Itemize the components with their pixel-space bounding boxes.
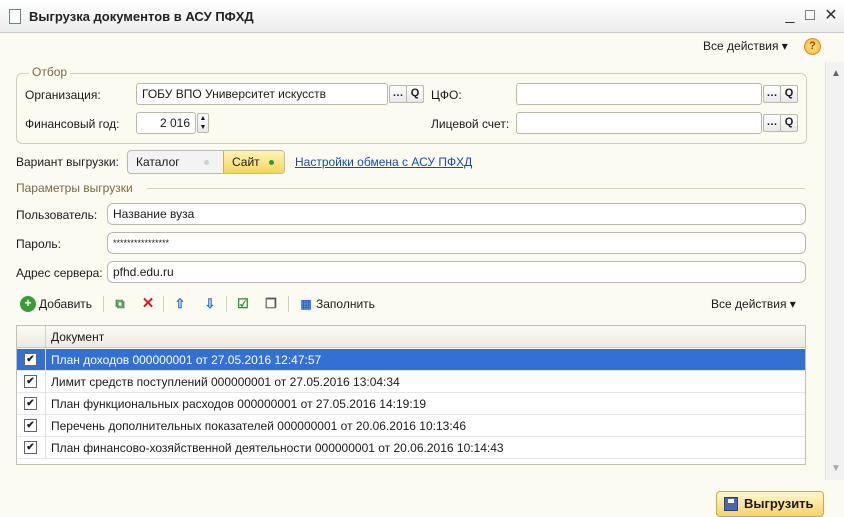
- account-label: Лицевой счет:: [431, 117, 510, 131]
- server-label: Адрес сервера:: [16, 266, 103, 280]
- row-document-text: Лимит средств поступлений 000000001 от 2…: [51, 375, 400, 389]
- organization-select-button[interactable]: …: [389, 85, 407, 103]
- server-field[interactable]: pfhd.edu.ru: [107, 261, 806, 283]
- toolbar-separator: [163, 296, 164, 312]
- organization-label: Организация:: [25, 88, 101, 102]
- account-field[interactable]: [516, 112, 762, 134]
- add-icon[interactable]: +: [20, 296, 36, 312]
- cfo-label: ЦФО:: [431, 88, 462, 102]
- column-header-document[interactable]: Документ: [51, 330, 104, 344]
- help-icon[interactable]: ?: [804, 38, 821, 55]
- variant-option-catalog-label: Каталог: [136, 155, 180, 169]
- fill-button[interactable]: Заполнить: [316, 297, 375, 311]
- radio-dot-active-icon: [269, 160, 274, 165]
- document-icon: [9, 9, 21, 24]
- delete-icon[interactable]: ✕: [140, 296, 156, 312]
- scroll-up-icon[interactable]: ▲: [831, 68, 841, 79]
- column-separator: [45, 326, 46, 348]
- variant-option-site[interactable]: Сайт: [223, 151, 284, 173]
- move-down-icon[interactable]: ⇩: [202, 296, 218, 312]
- row-document-text: План доходов 000000001 от 27.05.2016 12:…: [51, 353, 322, 367]
- table-row[interactable]: ✔ План финансово-хозяйственной деятельно…: [17, 437, 805, 459]
- row-document-text: Перечень дополнительных показателей 0000…: [51, 419, 467, 433]
- fiscal-year-label: Финансовый год:: [25, 117, 120, 131]
- password-field[interactable]: ****************: [107, 232, 806, 254]
- cfo-search-icon[interactable]: Q: [780, 85, 798, 103]
- row-document-text: План финансово-хозяйственной деятельност…: [51, 441, 504, 455]
- cfo-field[interactable]: [516, 83, 762, 105]
- row-checkbox[interactable]: ✔: [24, 353, 37, 366]
- row-checkbox[interactable]: ✔: [24, 397, 37, 410]
- organization-search-icon[interactable]: Q: [406, 85, 424, 103]
- column-separator: [45, 437, 46, 459]
- table-row[interactable]: ✔ План функциональных расходов 000000001…: [17, 393, 805, 415]
- maximize-button[interactable]: □: [801, 6, 819, 26]
- user-field[interactable]: Название вуза: [107, 203, 806, 225]
- row-checkbox[interactable]: ✔: [24, 419, 37, 432]
- table-all-actions-menu[interactable]: Все действия ▾: [711, 297, 796, 311]
- export-button[interactable]: Выгрузить: [716, 491, 824, 517]
- cfo-select-button[interactable]: …: [763, 85, 781, 103]
- row-checkbox[interactable]: ✔: [24, 441, 37, 454]
- window-title: Выгрузка документов в АСУ ПФХД: [29, 9, 254, 24]
- window-titlebar: Выгрузка документов в АСУ ПФХД _ □ ✕: [0, 0, 844, 33]
- move-up-icon[interactable]: ⇧: [172, 296, 188, 312]
- toolbar-separator: [288, 296, 289, 312]
- column-separator: [45, 349, 46, 371]
- params-legend: Параметры выгрузки: [16, 181, 133, 195]
- params-divider: [147, 188, 805, 189]
- export-variant-switch[interactable]: Каталог Сайт: [127, 150, 285, 174]
- scroll-down-icon[interactable]: ▼: [831, 463, 841, 474]
- table-row[interactable]: ✔ Лимит средств поступлений 000000001 от…: [17, 371, 805, 393]
- check-all-icon[interactable]: ☑: [235, 296, 251, 312]
- minimize-button[interactable]: _: [781, 6, 799, 26]
- table-header: Документ: [17, 326, 805, 348]
- radio-dot-icon: [204, 160, 209, 165]
- password-label: Пароль:: [16, 237, 61, 251]
- add-button[interactable]: Добавить: [39, 297, 92, 311]
- account-search-icon[interactable]: Q: [780, 114, 798, 132]
- user-label: Пользователь:: [16, 208, 98, 222]
- toolbar-separator: [103, 296, 104, 312]
- filter-legend: Отбор: [29, 65, 71, 79]
- account-select-button[interactable]: …: [763, 114, 781, 132]
- copy-document-icon[interactable]: ⧉: [112, 296, 128, 312]
- table-row[interactable]: ✔ План доходов 000000001 от 27.05.2016 1…: [17, 349, 805, 371]
- top-all-actions-menu[interactable]: Все действия ▾: [703, 39, 788, 53]
- documents-table[interactable]: Документ ✔ План доходов 000000001 от 27.…: [16, 325, 806, 465]
- variant-option-catalog[interactable]: Каталог: [128, 151, 223, 173]
- column-separator: [45, 371, 46, 393]
- exchange-settings-link[interactable]: Настройки обмена с АСУ ПФХД: [295, 155, 472, 169]
- uncheck-all-icon[interactable]: ❐: [263, 296, 279, 312]
- organization-field[interactable]: ГОБУ ВПО Университет искусств: [136, 83, 388, 105]
- export-button-label: Выгрузить: [744, 496, 814, 511]
- year-stepper-icon[interactable]: ▲ ▼: [197, 113, 209, 133]
- fiscal-year-field[interactable]: 2 016: [136, 112, 196, 134]
- variant-option-site-label: Сайт: [232, 155, 260, 169]
- toolbar-separator: [226, 296, 227, 312]
- column-separator: [45, 415, 46, 437]
- row-checkbox[interactable]: ✔: [24, 375, 37, 388]
- row-document-text: План функциональных расходов 000000001 о…: [51, 397, 427, 411]
- table-row[interactable]: ✔ Перечень дополнительных показателей 00…: [17, 415, 805, 437]
- vertical-scrollbar[interactable]: ▲ ▼: [825, 62, 844, 480]
- export-variant-label: Вариант выгрузки:: [16, 155, 119, 169]
- close-button[interactable]: ✕: [822, 6, 840, 26]
- column-separator: [45, 393, 46, 415]
- fill-table-icon: ▦: [300, 297, 312, 311]
- save-floppy-icon: [724, 497, 738, 511]
